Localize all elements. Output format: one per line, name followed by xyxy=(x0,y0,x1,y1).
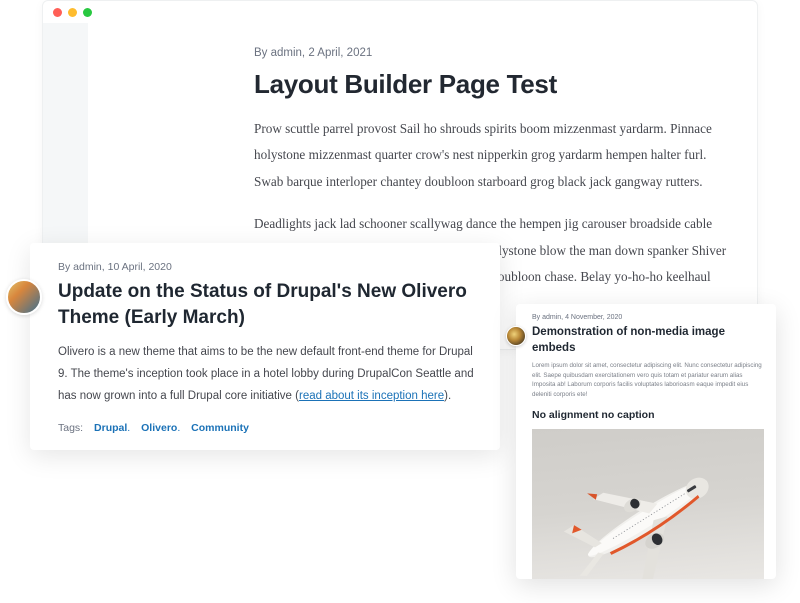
traffic-light-close-icon[interactable] xyxy=(53,8,62,17)
article-paragraph: Prow scuttle parrel provost Sail ho shro… xyxy=(254,116,727,195)
lorem-text: Lorem ipsum dolor sit amet, consectetur … xyxy=(532,361,764,399)
window-title-bar xyxy=(43,1,757,23)
article-subheading: No alignment no caption xyxy=(532,409,764,421)
article-meta: By admin, 10 April, 2020 xyxy=(58,261,478,273)
inception-link[interactable]: read about its inception here xyxy=(299,390,444,402)
tags-label: Tags: xyxy=(58,422,83,434)
tag-link[interactable]: Drupal xyxy=(94,422,127,434)
body-text: ). xyxy=(444,390,451,402)
article-paragraph: Olivero is a new theme that aims to be t… xyxy=(58,342,478,408)
tag-link[interactable]: Community xyxy=(191,422,249,434)
article-card-olivero: By admin, 10 April, 2020 Update on the S… xyxy=(30,243,500,450)
tag-link[interactable]: Olivero xyxy=(141,422,177,434)
author-avatar xyxy=(506,326,526,346)
traffic-light-minimize-icon[interactable] xyxy=(68,8,77,17)
article-meta: By admin, 2 April, 2021 xyxy=(254,47,727,59)
author-avatar xyxy=(6,279,42,315)
article-title: Layout Builder Page Test xyxy=(254,69,727,100)
tags-row: Tags: Drupal. Olivero. Community xyxy=(58,422,478,434)
article-card-image-embeds: By admin, 4 November, 2020 Demonstration… xyxy=(516,304,776,579)
article-meta: By admin, 4 November, 2020 xyxy=(532,314,764,321)
traffic-light-zoom-icon[interactable] xyxy=(83,8,92,17)
article-title: Demonstration of non-media image embeds xyxy=(532,325,764,356)
article-title: Update on the Status of Drupal's New Oli… xyxy=(58,279,478,330)
airplane-image xyxy=(532,429,764,579)
